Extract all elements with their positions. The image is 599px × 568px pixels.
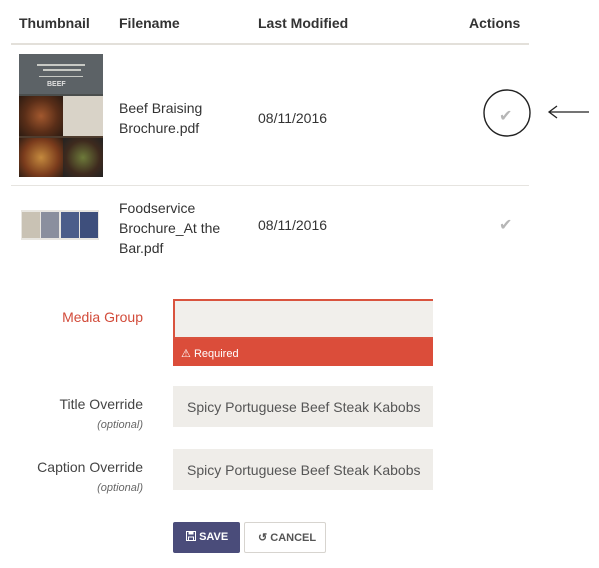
table-row: Foodservice Brochure_At the Bar.pdf 08/1…	[11, 186, 529, 264]
cancel-button[interactable]: ↺ CANCEL	[244, 522, 326, 553]
brochure-thumbnail	[21, 210, 99, 240]
caption-override-optional: (optional)	[97, 482, 143, 494]
warning-icon: ⚠	[181, 348, 191, 360]
check-icon[interactable]: ✔	[499, 215, 512, 235]
media-table: Thumbnail Filename Last Modified Actions…	[11, 0, 531, 264]
filename-cell: Foodservice Brochure_At the Bar.pdf	[119, 200, 221, 256]
last-modified-cell: 08/11/2016	[258, 217, 328, 233]
highlight-circle	[483, 89, 531, 137]
caption-override-input[interactable]: Spicy Portuguese Beef Steak Kabobs	[173, 449, 433, 490]
arrow-left-icon	[547, 105, 589, 119]
required-text: Required	[193, 348, 239, 360]
save-button[interactable]: SAVE	[173, 522, 240, 553]
title-override-optional: (optional)	[97, 419, 143, 431]
media-group-label: Media Group	[62, 309, 143, 325]
filename-cell: Beef Braising Brochure.pdf	[119, 100, 203, 136]
last-modified-cell: 08/11/2016	[258, 110, 328, 126]
title-override-label: Title Override	[59, 396, 143, 412]
table-row: BEEF Beef Braising Brochure.pdf 08/11/20…	[11, 45, 531, 186]
header-thumbnail: Thumbnail	[19, 15, 90, 31]
cancel-label: CANCEL	[270, 532, 317, 544]
title-override-input[interactable]: Spicy Portuguese Beef Steak Kabobs	[173, 386, 433, 427]
undo-icon: ↺	[258, 532, 268, 544]
caption-override-label: Caption Override	[37, 459, 143, 475]
header-actions: Actions	[469, 15, 521, 31]
header-filename: Filename	[119, 15, 180, 31]
required-error: ⚠ Required	[173, 339, 433, 366]
save-label: SAVE	[199, 531, 229, 543]
save-icon	[186, 531, 196, 541]
media-group-input[interactable]	[173, 299, 433, 339]
header-last-modified: Last Modified	[258, 15, 349, 31]
brochure-thumbnail: BEEF	[19, 54, 103, 177]
table-header: Thumbnail Filename Last Modified Actions	[11, 0, 529, 45]
